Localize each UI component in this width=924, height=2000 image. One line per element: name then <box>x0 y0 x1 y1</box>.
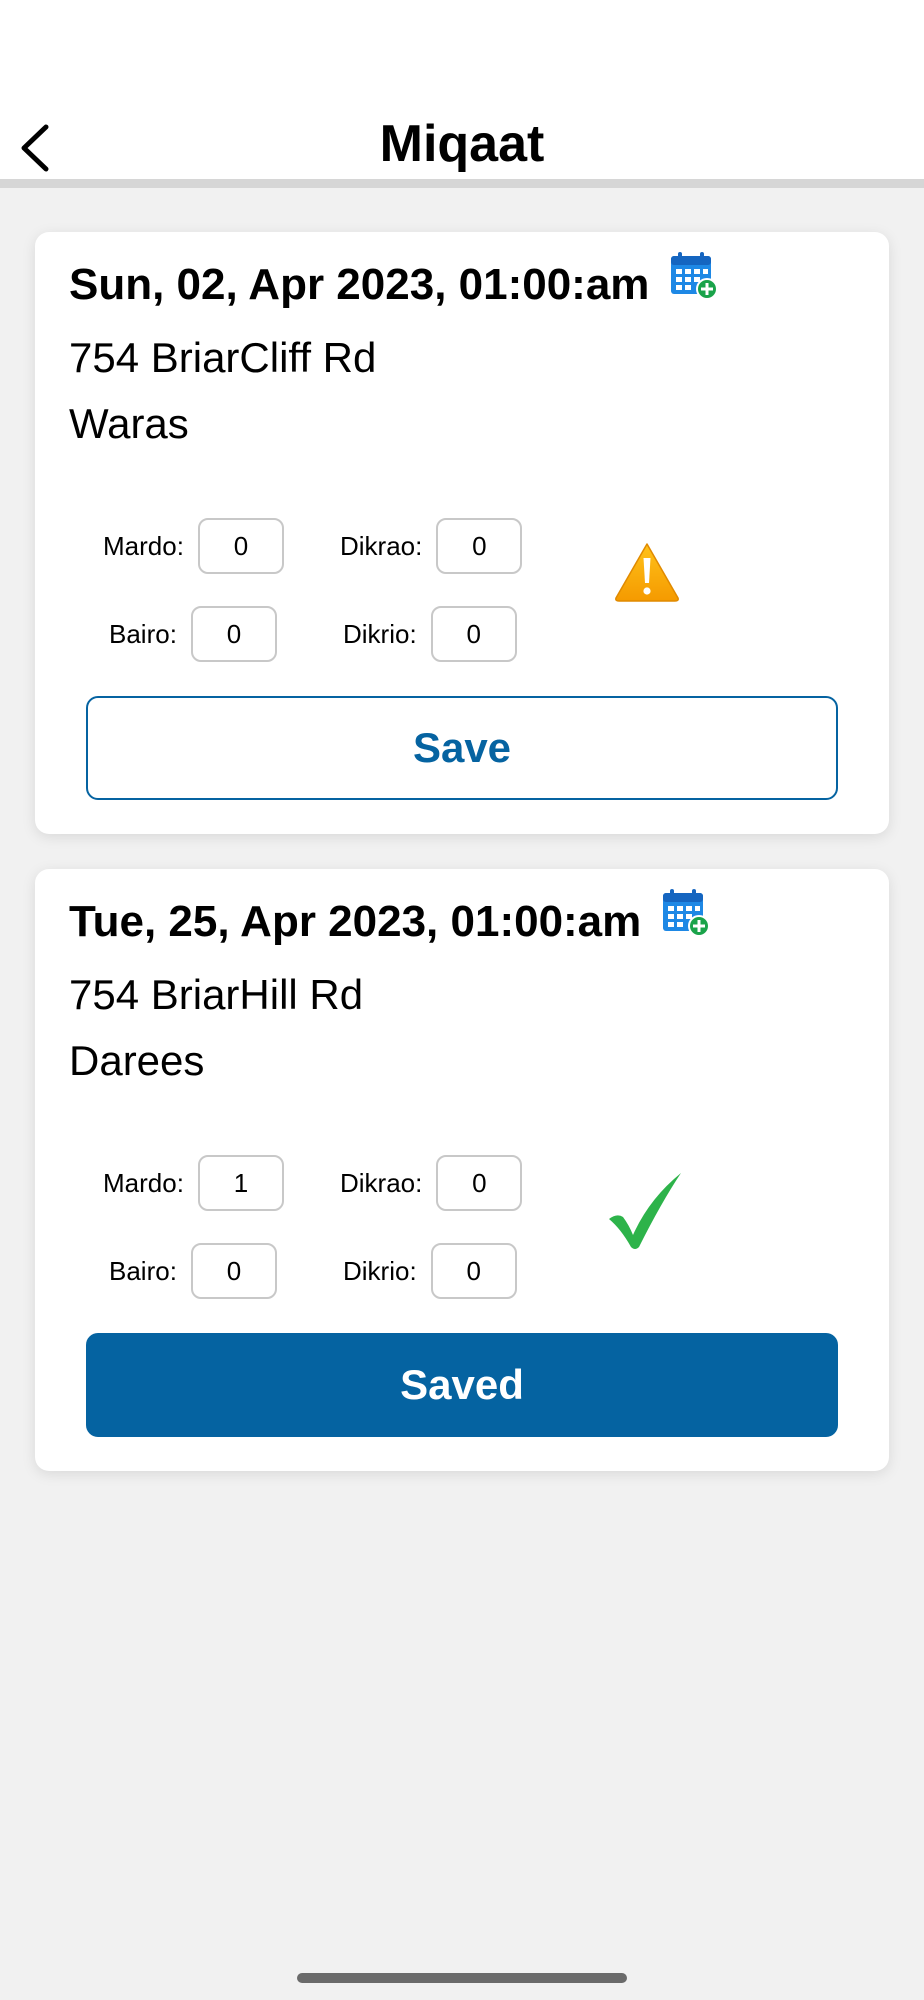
dikrao-label: Dikrao: <box>340 1167 423 1198</box>
miqaat-card: Tue, 25, Apr 2023, 01:00:am 754 BriarHil… <box>35 869 889 1471</box>
bairo-label: Bairo: <box>109 1255 177 1286</box>
miqaat-date: Sun, 02, Apr 2023, 01:00:am <box>69 260 650 309</box>
checkmark-icon <box>609 1173 681 1249</box>
save-button[interactable]: Save <box>86 696 838 800</box>
dikrao-label: Dikrao: <box>340 530 423 561</box>
dikrio-input[interactable] <box>430 1243 517 1299</box>
miqaat-type: Darees <box>69 1037 205 1084</box>
page-title: Miqaat <box>379 115 545 173</box>
mardo-input[interactable] <box>197 518 284 574</box>
bairo-label: Bairo: <box>109 618 177 649</box>
dikrio-label: Dikrio: <box>343 1255 417 1286</box>
miqaat-address: 754 BriarCliff Rd <box>69 334 377 381</box>
dikrao-field: Dikrao: <box>340 518 523 574</box>
calendar-add-icon[interactable] <box>669 251 719 301</box>
bairo-input[interactable] <box>190 1243 277 1299</box>
dikrao-field: Dikrao: <box>340 1155 523 1211</box>
dikrao-input[interactable] <box>436 1155 523 1211</box>
bairo-input[interactable] <box>190 606 277 662</box>
miqaat-date: Tue, 25, Apr 2023, 01:00:am <box>69 897 642 946</box>
mardo-input[interactable] <box>197 1155 284 1211</box>
calendar-add-icon[interactable] <box>661 888 711 938</box>
mardo-label: Mardo: <box>103 1167 184 1198</box>
miqaat-type: Waras <box>69 400 189 447</box>
dikrio-field: Dikrio: <box>343 1243 517 1299</box>
miqaat-card: Sun, 02, Apr 2023, 01:00:am 754 BriarCli… <box>35 232 889 834</box>
saved-button[interactable]: Saved <box>86 1333 838 1437</box>
bairo-field: Bairo: <box>109 1243 277 1299</box>
warning-icon <box>615 543 679 602</box>
bairo-field: Bairo: <box>109 606 277 662</box>
date-row: Tue, 25, Apr 2023, 01:00:am <box>69 889 711 947</box>
dikrio-field: Dikrio: <box>343 606 517 662</box>
mardo-label: Mardo: <box>103 530 184 561</box>
dikrio-label: Dikrio: <box>343 618 417 649</box>
status-bar-area <box>0 0 924 100</box>
home-indicator <box>297 1973 627 1983</box>
dikrio-input[interactable] <box>430 606 517 662</box>
mardo-field: Mardo: <box>103 518 284 574</box>
dikrao-input[interactable] <box>436 518 523 574</box>
date-row: Sun, 02, Apr 2023, 01:00:am <box>69 252 719 310</box>
mardo-field: Mardo: <box>103 1155 284 1211</box>
miqaat-address: 754 BriarHill Rd <box>69 971 364 1018</box>
navigation-bar: Miqaat <box>0 100 924 188</box>
